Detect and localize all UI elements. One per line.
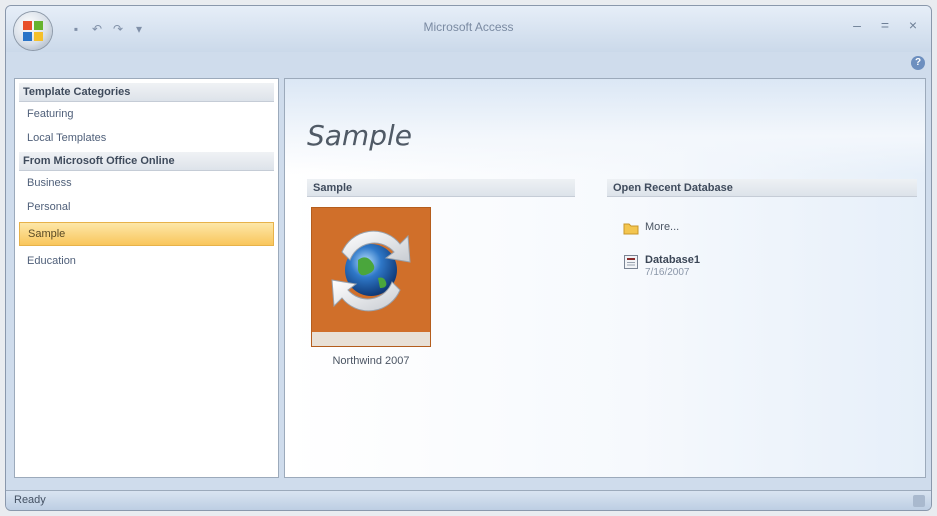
tile-caption-strip [312, 332, 430, 346]
category-featuring[interactable]: Featuring [19, 102, 274, 126]
category-business[interactable]: Business [19, 171, 274, 195]
sample-section-header: Sample [307, 179, 575, 197]
folder-icon [623, 223, 639, 235]
status-bar: Ready [6, 490, 931, 510]
recent-more-label: More... [645, 221, 680, 233]
page-title: Sample [307, 119, 412, 152]
title-bar: ▪ ↶ ↷ ▾ Microsoft Access – = × [6, 6, 931, 52]
resize-grip-icon[interactable] [913, 495, 925, 507]
category-sample[interactable]: Sample [19, 222, 274, 246]
office-online-header: From Microsoft Office Online [19, 152, 274, 171]
recent-section-header: Open Recent Database [607, 179, 917, 197]
northwind-template-tile[interactable] [311, 207, 431, 347]
northwind-icon [331, 230, 411, 312]
main-content-pane: Sample Sample Open Recent Database North… [284, 78, 926, 478]
category-personal[interactable]: Personal [19, 195, 274, 219]
category-local-templates[interactable]: Local Templates [19, 126, 274, 150]
template-categories-header: Template Categories [19, 83, 274, 102]
window-title: Microsoft Access [423, 20, 514, 34]
category-education[interactable]: Education [19, 249, 274, 273]
access-window: ▪ ↶ ↷ ▾ Microsoft Access – = × ? Templat… [5, 5, 932, 511]
northwind-template-label: Northwind 2007 [332, 355, 410, 367]
minimize-button[interactable]: – [845, 16, 869, 34]
template-categories-pane: Template Categories Featuring Local Temp… [14, 78, 279, 478]
help-icon[interactable]: ? [911, 56, 925, 70]
status-text: Ready [14, 494, 46, 506]
recent-database1-date: 7/16/2007 [645, 267, 690, 278]
recent-database1-item[interactable]: Database1 7/16/2007 [623, 254, 701, 278]
recent-more-link[interactable]: More... [623, 221, 679, 241]
database-icon [624, 255, 638, 269]
recent-database1-label: Database1 [645, 254, 701, 266]
restore-button[interactable]: = [873, 16, 897, 34]
close-button[interactable]: × [901, 16, 925, 34]
